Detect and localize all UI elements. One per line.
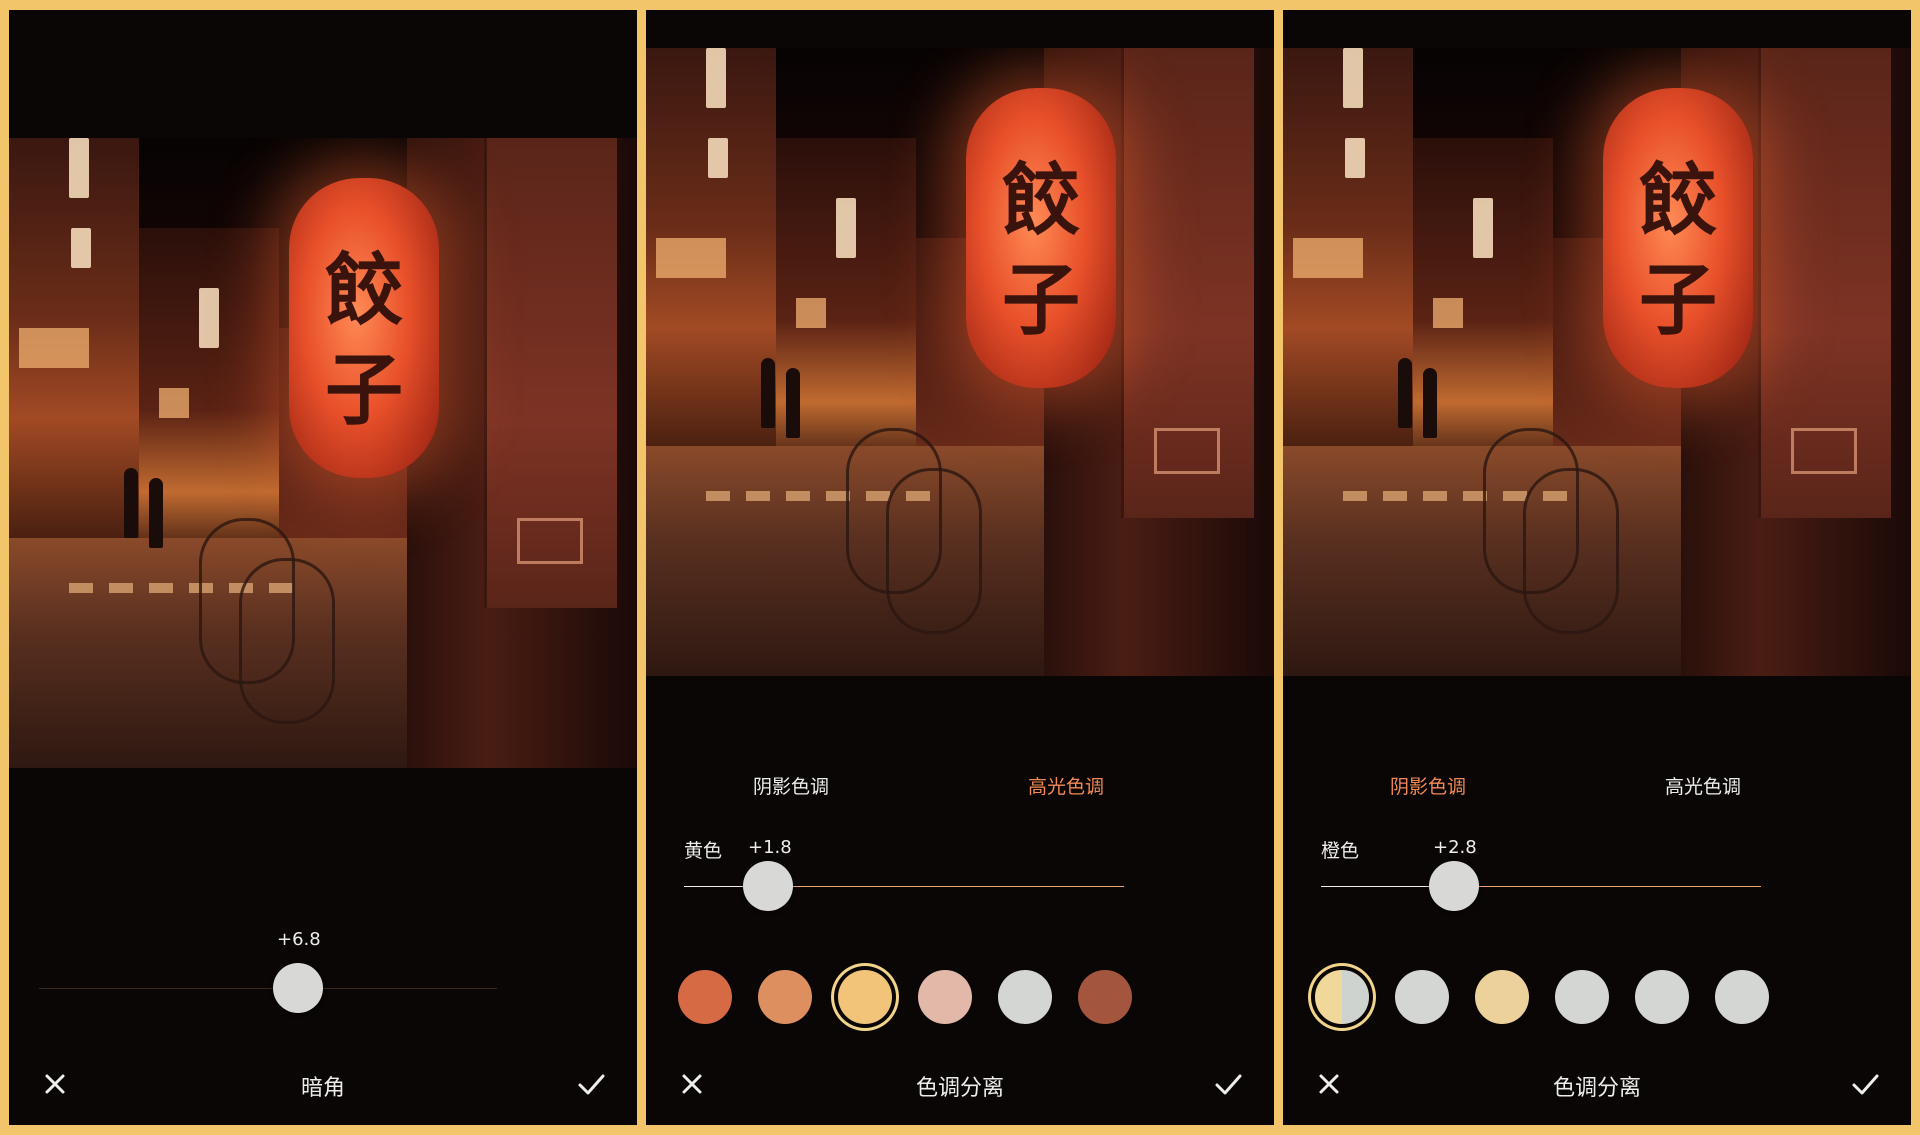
color-swatch-gray[interactable] <box>998 970 1052 1024</box>
slider-value: +6.8 <box>277 929 321 950</box>
lantern-text: 子 <box>324 345 403 436</box>
tone-tabs: 阴影色调 高光色调 <box>646 772 1274 802</box>
checkmark-icon <box>1852 1074 1879 1095</box>
tab-shadows[interactable]: 阴影色调 <box>711 772 871 799</box>
slider-value: +2.8 <box>1433 837 1477 858</box>
confirm-button[interactable] <box>1208 1064 1248 1104</box>
color-swatch-none[interactable] <box>1315 970 1369 1024</box>
comparison-stage: 餃 子 +6.8 暗角 餃 子 阴影色调 高光色调 黄色 +1.8 色调分离 餃… <box>0 0 1920 1135</box>
split-toning-highlights-panel: 餃 子 阴影色调 高光色调 黄色 +1.8 色调分离 <box>646 10 1274 1125</box>
slider-track[interactable] <box>768 886 1124 887</box>
lantern-text: 子 <box>1638 255 1717 346</box>
tool-title: 暗角 <box>300 1076 345 1101</box>
bottom-bar: 色调分离 <box>646 1062 1274 1112</box>
color-swatch-brown[interactable] <box>1078 970 1132 1024</box>
color-label: 黄色 <box>684 840 723 862</box>
slider-knob[interactable] <box>273 963 323 1013</box>
vignette-editor-panel: 餃 子 +6.8 暗角 <box>9 10 637 1125</box>
color-swatch-gray[interactable] <box>1555 970 1609 1024</box>
confirm-button[interactable] <box>1845 1064 1885 1104</box>
tab-shadows[interactable]: 阴影色调 <box>1348 772 1508 799</box>
lantern-text: 餃 <box>1001 155 1080 246</box>
slider-value: +1.8 <box>748 837 792 858</box>
lantern: 餃 子 <box>966 88 1116 388</box>
slider-track-filled <box>1321 886 1429 887</box>
color-swatch-gray[interactable] <box>1715 970 1769 1024</box>
slider-track[interactable] <box>39 988 497 989</box>
photo-preview: 餃 子 <box>9 138 637 768</box>
color-swatch-gray[interactable] <box>1395 970 1449 1024</box>
photo-preview: 餃 子 <box>646 48 1274 676</box>
color-swatch-yellow[interactable] <box>1475 970 1529 1024</box>
slider-track[interactable] <box>1455 886 1761 887</box>
lantern: 餃 子 <box>289 178 439 478</box>
checkmark-icon <box>1215 1074 1242 1095</box>
tool-title: 色调分离 <box>915 1076 1004 1101</box>
photo-preview: 餃 子 <box>1283 48 1911 676</box>
color-swatch-gray[interactable] <box>1635 970 1689 1024</box>
checkmark-icon <box>578 1074 605 1095</box>
tool-title: 色调分离 <box>1552 1076 1641 1101</box>
color-swatch-yellow[interactable] <box>838 970 892 1024</box>
color-swatch-red[interactable] <box>678 970 732 1024</box>
color-label: 橙色 <box>1321 840 1360 862</box>
lantern: 餃 子 <box>1603 88 1753 388</box>
color-swatch-orange[interactable] <box>758 970 812 1024</box>
slider-knob[interactable] <box>743 861 793 911</box>
bottom-bar: 色调分离 <box>1283 1062 1911 1112</box>
lantern-text: 子 <box>1001 255 1080 346</box>
bottom-bar: 暗角 <box>9 1062 637 1112</box>
tone-tabs: 阴影色调 高光色调 <box>1283 772 1911 802</box>
slider-knob[interactable] <box>1429 861 1479 911</box>
tab-highlights[interactable]: 高光色调 <box>1623 772 1783 799</box>
lantern-text: 餃 <box>324 245 403 336</box>
tab-highlights[interactable]: 高光色调 <box>986 772 1146 799</box>
confirm-button[interactable] <box>571 1064 611 1104</box>
split-toning-shadows-panel: 餃 子 阴影色调 高光色调 橙色 +2.8 色调分离 <box>1283 10 1911 1125</box>
lantern-text: 餃 <box>1638 155 1717 246</box>
color-swatch-pink[interactable] <box>918 970 972 1024</box>
